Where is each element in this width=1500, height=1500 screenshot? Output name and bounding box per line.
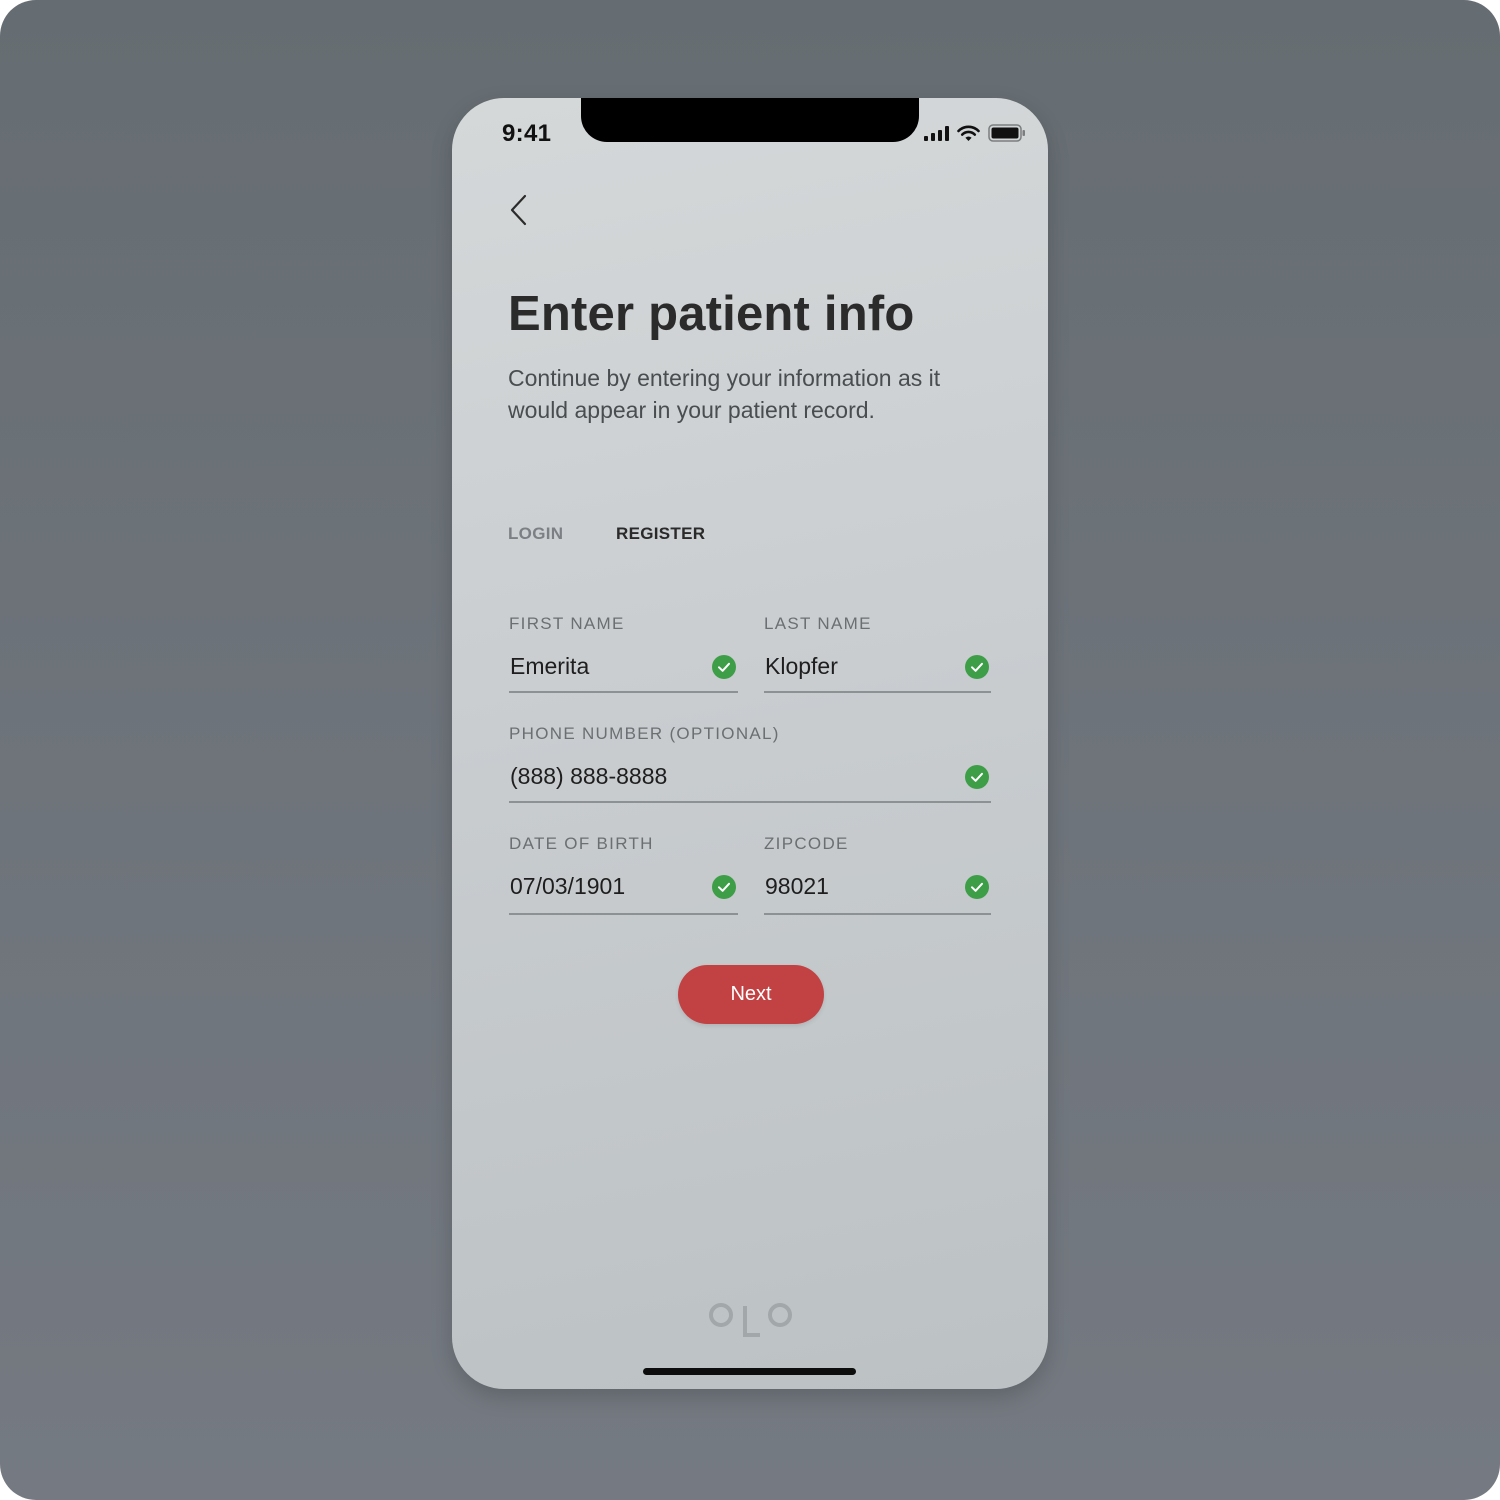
first-name-input[interactable] [508,644,704,688]
back-button[interactable] [504,190,538,230]
backdrop: 9:41 Enter patient info Continue by ente… [0,0,1500,1500]
last-name-input[interactable] [763,644,957,688]
status-time: 9:41 [502,120,552,147]
zipcode-label: ZIPCODE [764,834,849,853]
tab-register[interactable]: REGISTER [616,524,705,544]
dob-field: DATE OF BIRTH [508,834,738,918]
wifi-icon [957,125,980,141]
device-notch [581,98,919,142]
phone-input[interactable] [508,754,957,798]
phone-screen: 9:41 Enter patient info Continue by ente… [452,98,1048,1389]
zipcode-underline [764,913,991,915]
check-circle-icon [712,875,736,899]
check-circle-icon [965,655,989,679]
check-circle-icon [965,875,989,899]
next-button[interactable]: Next [678,965,824,1024]
chevron-left-icon [510,194,527,226]
check-circle-icon [965,765,989,789]
page-title: Enter patient info [508,287,915,341]
first-name-field: FIRST NAME [508,614,738,698]
battery-icon [988,124,1025,142]
phone-underline [509,801,991,803]
zipcode-field: ZIPCODE [763,834,991,918]
dob-input[interactable] [508,864,704,908]
last-name-field: LAST NAME [763,614,991,698]
tab-login[interactable]: LOGIN [508,524,563,544]
phone-label: PHONE NUMBER (OPTIONAL) [509,724,780,743]
zipcode-input[interactable] [763,864,957,908]
cellular-signal-icon [924,125,949,141]
dob-underline [509,913,738,915]
last-name-underline [764,691,991,693]
olo-logo [709,1303,792,1337]
last-name-label: LAST NAME [764,614,872,633]
page-subtitle: Continue by entering your information as… [508,365,941,423]
check-circle-icon [712,655,736,679]
home-indicator[interactable] [643,1368,856,1375]
first-name-underline [509,691,738,693]
phone-field: PHONE NUMBER (OPTIONAL) [508,724,991,808]
status-icons [924,124,1026,142]
first-name-label: FIRST NAME [509,614,625,633]
dob-label: DATE OF BIRTH [509,834,654,853]
